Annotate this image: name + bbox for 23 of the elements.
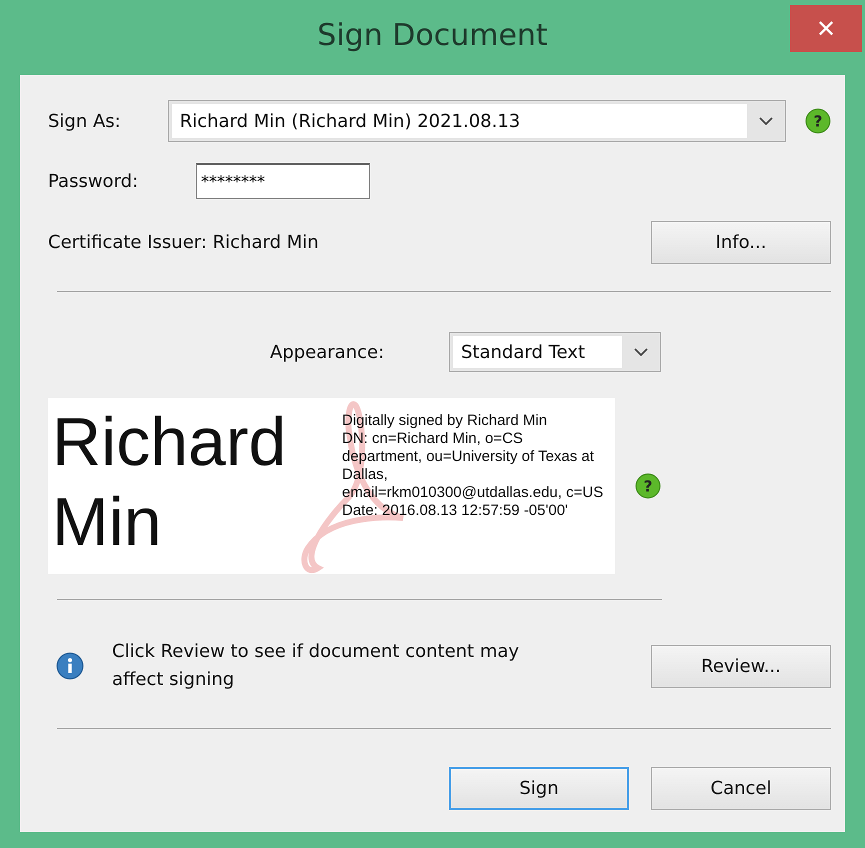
review-note-text: Click Review to see if document content may affect signing [112, 640, 520, 692]
password-field[interactable]: ******** [196, 163, 370, 199]
cancel-button[interactable]: Cancel [651, 767, 831, 810]
help-icon[interactable]: ? [635, 473, 661, 499]
sign-button[interactable]: Sign [449, 767, 629, 810]
info-button[interactable]: Info... [651, 221, 831, 264]
appearance-dropdown[interactable]: Standard Text [449, 332, 661, 372]
signature-detail-text: DN: cn=Richard Min, o=CS department, ou=University of Texas at Dallas, email=rkm010300@utdallas.edu, c=US [342, 430, 604, 502]
certificate-issuer-text: Certificate Issuer: Richard Min [48, 232, 320, 253]
review-button[interactable]: Review... [651, 644, 831, 688]
chevron-down-icon [759, 117, 774, 125]
signature-detail-text: Date: 2016.08.13 12:57:59 -05'00' [342, 502, 569, 520]
help-icon[interactable]: ? [805, 108, 831, 134]
signature-detail-text: Digitally signed by Richard Min [342, 412, 548, 430]
field-label: Appearance: [270, 342, 386, 362]
close-button[interactable]: ✕ [790, 5, 862, 52]
field-label: Password: [48, 170, 140, 192]
field-label: Sign As: [48, 110, 122, 132]
info-icon [56, 652, 84, 680]
chevron-down-icon [634, 348, 648, 356]
sign-as-dropdown[interactable]: Richard Min (Richard Min) 2021.08.13 [168, 100, 786, 142]
signer-name: Richard Min [51, 403, 288, 562]
window-title: Sign Document [317, 18, 548, 53]
